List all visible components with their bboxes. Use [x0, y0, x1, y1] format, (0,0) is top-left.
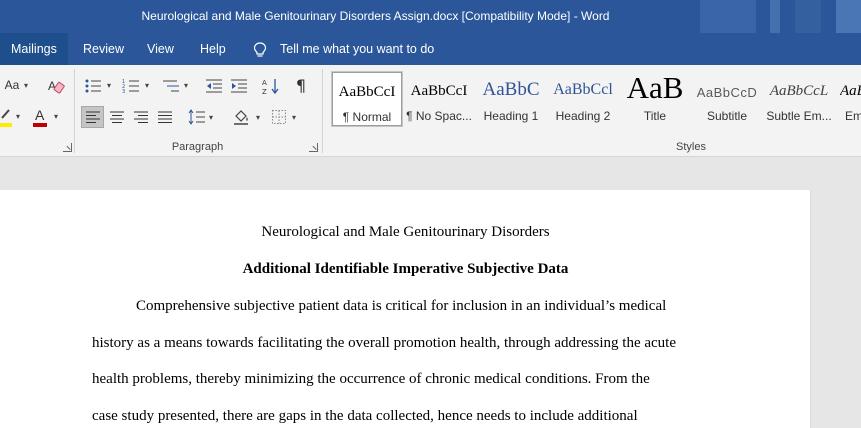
- tell-me-label: Tell me what you want to do: [280, 42, 435, 56]
- style-title[interactable]: AaB Title: [619, 70, 691, 127]
- style-name: Title: [643, 109, 667, 123]
- svg-text:A: A: [35, 107, 45, 123]
- title-bar: Neurological and Male Genitourinary Diso…: [0, 0, 861, 33]
- svg-text:A: A: [262, 79, 267, 87]
- align-right-icon: [134, 111, 148, 123]
- style-sample: AaBl: [840, 83, 861, 99]
- paragraph-group-label: Paragraph: [171, 141, 224, 153]
- document-area[interactable]: Neurological and Male Genitourinary Diso…: [0, 157, 861, 428]
- tab-view[interactable]: View: [136, 33, 185, 65]
- document-title: Neurological and Male Genitourinary Diso…: [261, 224, 550, 240]
- pilcrow-icon: ¶: [295, 76, 307, 95]
- align-left-icon: [85, 111, 100, 123]
- font-dialog-launcher[interactable]: [63, 143, 72, 152]
- bullets-button[interactable]: [82, 75, 104, 97]
- style-normal[interactable]: AaBbCcI ¶ Normal: [331, 71, 403, 127]
- chevron-down-icon[interactable]: ▾: [209, 113, 213, 122]
- lightbulb-icon: [253, 42, 267, 57]
- borders-button[interactable]: [268, 106, 290, 128]
- style-name: ¶ No Spac...: [406, 109, 472, 123]
- paragraph-line: Comprehensive subjective patient data is…: [136, 298, 667, 314]
- style-name: Subtitle: [706, 109, 748, 123]
- center-button[interactable]: [106, 106, 128, 128]
- ribbon: Aa ▾ A ▾ A ▾ ▾ 1 2 3 ▾ ▾ A Z ¶ ▾ ▾ ▾ Par…: [0, 65, 861, 157]
- shading-icon: [234, 110, 248, 125]
- line-spacing-button[interactable]: [186, 106, 208, 128]
- chevron-down-icon[interactable]: ▾: [16, 112, 20, 121]
- decrease-indent-icon: [206, 79, 222, 93]
- numbering-button[interactable]: 1 2 3: [120, 75, 142, 97]
- style-sample: AaBbCcI: [410, 83, 468, 99]
- highlight-button[interactable]: [0, 105, 14, 129]
- style-name: Heading 1: [483, 109, 539, 123]
- chevron-down-icon[interactable]: ▾: [24, 81, 28, 90]
- tab-help[interactable]: Help: [189, 33, 237, 65]
- clear-formatting-button[interactable]: A: [44, 75, 68, 97]
- style-sample: AaBbC: [482, 79, 540, 100]
- bullets-icon: [85, 79, 101, 93]
- font-color-icon: A: [33, 107, 47, 127]
- style-name: Heading 2: [555, 109, 611, 123]
- multilevel-list-icon: [163, 80, 179, 92]
- style-name: Em: [845, 109, 861, 123]
- multilevel-list-button[interactable]: [160, 75, 182, 97]
- style-heading-1[interactable]: AaBbC Heading 1: [475, 71, 547, 127]
- increase-indent-button[interactable]: [228, 75, 250, 97]
- style-sample: AaBbCcL: [769, 83, 829, 99]
- shading-button[interactable]: [230, 106, 252, 128]
- document-page[interactable]: Neurological and Male Genitourinary Diso…: [0, 190, 811, 428]
- clear-formatting-icon: A: [48, 79, 65, 94]
- show-marks-button[interactable]: ¶: [290, 75, 312, 97]
- style-sample: AaBbCcD: [696, 85, 758, 100]
- paragraph-dialog-launcher[interactable]: [309, 143, 318, 152]
- svg-text:Z: Z: [262, 88, 267, 95]
- sort-button[interactable]: A Z: [260, 75, 282, 97]
- style-name: ¶ Normal: [342, 110, 392, 124]
- chevron-down-icon[interactable]: ▾: [54, 112, 58, 121]
- tab-review[interactable]: Review: [72, 33, 135, 65]
- styles-group-label: Styles: [676, 141, 706, 153]
- align-right-button[interactable]: [130, 106, 152, 128]
- paragraph-line: health problems, thereby minimizing the …: [92, 371, 650, 387]
- style-heading-2[interactable]: AaBbCcl Heading 2: [547, 71, 619, 127]
- numbering-icon: 1 2 3: [122, 79, 139, 94]
- increase-indent-icon: [231, 79, 247, 93]
- style-subtitle[interactable]: AaBbCcD Subtitle: [691, 71, 763, 127]
- justify-button[interactable]: [154, 106, 176, 128]
- sort-icon: A Z: [262, 79, 279, 95]
- change-case-icon: Aa: [4, 78, 20, 92]
- paragraph-line: case study presented, there are gaps in …: [92, 408, 638, 424]
- tell-me-search[interactable]: Tell me what you want to do: [253, 33, 453, 65]
- style-sample: AaB: [626, 70, 684, 105]
- chevron-down-icon[interactable]: ▾: [184, 81, 188, 90]
- paragraph-line: history as a means towards facilitating …: [92, 335, 677, 351]
- line-spacing-icon: [188, 109, 205, 125]
- style-sample: AaBbCcI: [338, 84, 396, 100]
- style-subtle-emphasis[interactable]: AaBbCcL Subtle Em...: [763, 71, 835, 127]
- align-left-button[interactable]: [81, 106, 104, 128]
- style-emphasis[interactable]: AaBl Em: [835, 71, 861, 127]
- chevron-down-icon[interactable]: ▾: [292, 113, 296, 122]
- style-sample: AaBbCcl: [553, 81, 613, 98]
- tab-mailings[interactable]: Mailings: [0, 33, 68, 65]
- style-name: Subtle Em...: [766, 109, 832, 123]
- svg-text:3: 3: [122, 89, 125, 94]
- chevron-down-icon[interactable]: ▾: [256, 113, 260, 122]
- document-heading: Additional Identifiable Imperative Subje…: [242, 261, 569, 277]
- chevron-down-icon[interactable]: ▾: [145, 81, 149, 90]
- style-no-spacing[interactable]: AaBbCcI ¶ No Spac...: [403, 71, 475, 127]
- ribbon-tabs: Mailings Review View Help Tell me what y…: [0, 33, 861, 65]
- decrease-indent-button[interactable]: [203, 75, 225, 97]
- justify-icon: [158, 111, 172, 123]
- change-case-button[interactable]: Aa: [0, 75, 24, 95]
- window-title: Neurological and Male Genitourinary Diso…: [141, 9, 610, 23]
- center-icon: [110, 111, 124, 123]
- svg-text:A: A: [48, 79, 56, 93]
- highlight-icon: [0, 109, 12, 127]
- font-color-button[interactable]: A: [30, 105, 50, 129]
- borders-icon: [272, 110, 286, 124]
- chevron-down-icon[interactable]: ▾: [107, 81, 111, 90]
